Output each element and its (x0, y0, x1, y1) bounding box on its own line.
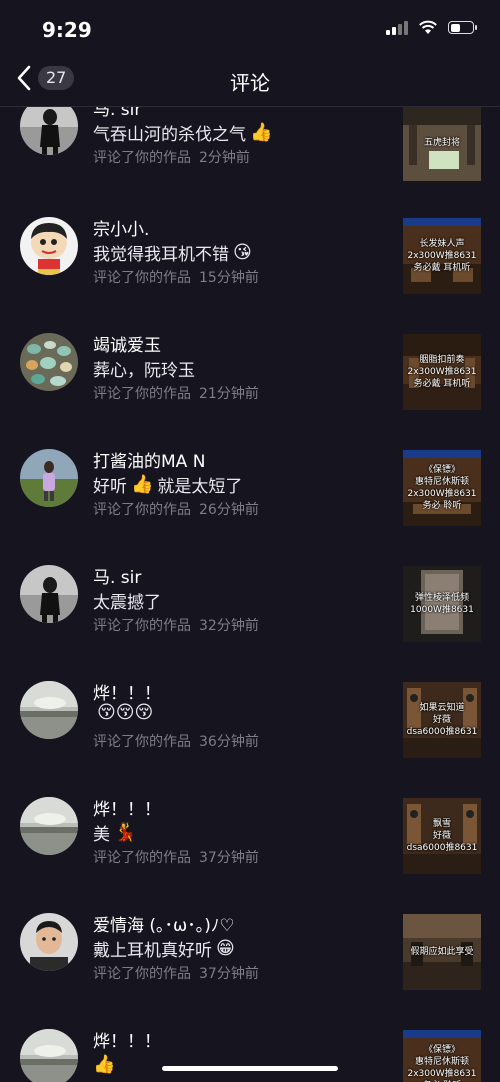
comment-username[interactable]: 烨！！！ (93, 679, 161, 704)
grin-face-icon: 😁 (216, 937, 235, 959)
cellular-signal-icon (386, 20, 408, 35)
comment-item[interactable]: 爱情海 (｡･ω･｡)ﾉ♡ 戴上耳机真好听 😁 评论了你的作品 37分钟前 假期应… (0, 908, 500, 1018)
comment-text: 葬心，阮玲玉 (93, 361, 195, 381)
comment-username[interactable]: 马. sir (93, 563, 141, 588)
comment-item[interactable]: 烨！！！ 美 💃 评论了你的作品 37分钟前 飘雪 好薇 dsa6000推8631 (0, 792, 500, 902)
comment-meta: 评论了你的作品 15分钟前 (93, 270, 259, 286)
thumbnail-caption: 假期应如此享受 (410, 947, 474, 957)
comment-item[interactable]: 烨！！！ 😚😚😚 评论了你的作品 36分钟前 如果云知道 好薇 dsa6000推8… (0, 676, 500, 786)
comment-username[interactable]: 宗小小. (93, 215, 149, 240)
thumbnail-caption: 《保镖》 惠特尼休斯顿 2x300W推8631 务必 聆听 (407, 465, 477, 511)
avatar[interactable] (20, 1029, 78, 1082)
avatar[interactable] (20, 333, 78, 391)
comment-meta: 评论了你的作品 37分钟前 (93, 966, 259, 982)
comment-item[interactable]: 马. sir 气吞山河的杀伐之气 👍 评论了你的作品 2分钟前 五虎封将 (0, 97, 500, 207)
avatar[interactable] (20, 797, 78, 855)
comment-item[interactable]: 马. sir 太震撼了 评论了你的作品 32分钟前 弹性棱泽低频 1000W推86… (0, 560, 500, 670)
video-thumbnail[interactable]: 飘雪 好薇 dsa6000推8631 (403, 798, 481, 874)
comment-item[interactable]: 打酱油的MA N 好听 👍 就是太短了 评论了你的作品 26分钟前 《保镖》 惠特… (0, 444, 500, 554)
comment-item[interactable]: 竭诚爱玉 葬心，阮玲玉 评论了你的作品 21分钟前 胭脂扣前奏 2x300W推86… (0, 328, 500, 438)
avatar[interactable] (20, 217, 78, 275)
status-bar: 9:29 (0, 0, 500, 56)
thumbnail-caption: 胭脂扣前奏 2x300W推8631 务必戴 耳机听 (407, 355, 477, 389)
avatar[interactable] (20, 565, 78, 623)
comment-meta: 评论了你的作品 32分钟前 (93, 618, 259, 634)
video-thumbnail[interactable]: 《保镖》 惠特尼休斯顿 2x300W推8631 务必 聆听 (403, 450, 481, 526)
status-time: 9:29 (42, 18, 92, 42)
video-thumbnail[interactable]: 假期应如此享受 (403, 914, 481, 990)
comment-meta: 评论了你的作品 26分钟前 (93, 502, 259, 518)
comment-text: 美 💃 (93, 821, 137, 845)
thumbnail-caption: 五虎封将 (423, 138, 460, 148)
thumbnail-caption: 长发妹人声 2x300W推8631 务必戴 耳机听 (407, 239, 477, 273)
thumbs-up-icon: 👍 (93, 1054, 116, 1075)
video-thumbnail[interactable]: 五虎封将 (403, 105, 481, 181)
comment-text: 我觉得我耳机不错 😘 (93, 241, 252, 265)
video-thumbnail[interactable]: 胭脂扣前奏 2x300W推8631 务必戴 耳机听 (403, 334, 481, 410)
comment-text: 好听 👍 就是太短了 (93, 473, 243, 497)
wifi-icon (419, 20, 437, 34)
comment-username[interactable]: 爱情海 (｡･ω･｡)ﾉ♡ (93, 911, 235, 936)
comment-text: 😚😚😚 (93, 704, 153, 722)
nav-bar: 27 评论 (0, 56, 500, 107)
comment-meta: 评论了你的作品 37分钟前 (93, 850, 259, 866)
comments-screen: 9:29 27 评论 马. sir 气吞山河的杀伐之气 👍 评论了你的作品 2分… (0, 0, 500, 1082)
video-thumbnail[interactable]: 《保镖》 惠特尼休斯顿 2x300W推8631 务必 聆听 (403, 1030, 481, 1082)
video-thumbnail[interactable]: 长发妹人声 2x300W推8631 务必戴 耳机听 (403, 218, 481, 294)
status-icons (386, 20, 477, 35)
comment-username[interactable]: 竭诚爱玉 (93, 331, 161, 356)
comment-item[interactable]: 烨！！！ 👍 《保镖》 惠特尼休斯顿 2x300W推8631 务必 聆听 (0, 1024, 500, 1082)
kiss-face-icon: 😘 (233, 241, 252, 263)
comment-text: 👍 (93, 1056, 115, 1074)
comment-username[interactable]: 烨！！！ (93, 795, 161, 820)
dancer-icon: 💃 (114, 821, 137, 843)
comment-username[interactable]: 烨！！！ (93, 1027, 161, 1052)
thumbnail-caption: 飘雪 好薇 dsa6000推8631 (406, 819, 478, 853)
thumbs-up-icon: 👍 (131, 473, 154, 495)
comment-item[interactable]: 宗小小. 我觉得我耳机不错 😘 评论了你的作品 15分钟前 长发妹人声 2x300… (0, 212, 500, 322)
home-indicator[interactable] (162, 1066, 338, 1071)
video-thumbnail[interactable]: 弹性棱泽低频 1000W推8631 (403, 566, 481, 642)
thumbnail-caption: 《保镖》 惠特尼休斯顿 2x300W推8631 务必 聆听 (407, 1045, 477, 1082)
thumbs-up-icon: 👍 (250, 121, 273, 143)
comment-username[interactable]: 打酱油的MA N (93, 447, 205, 472)
avatar[interactable] (20, 913, 78, 971)
page-title: 评论 (230, 71, 270, 95)
thumbnail-caption: 如果云知道 好薇 dsa6000推8631 (406, 703, 478, 737)
comment-text: 气吞山河的杀伐之气 👍 (93, 121, 273, 145)
kiss-face-icon: 😚😚😚 (97, 702, 154, 723)
video-thumbnail[interactable]: 如果云知道 好薇 dsa6000推8631 (403, 682, 481, 758)
comment-meta: 评论了你的作品 21分钟前 (93, 386, 259, 402)
thumbnail-caption: 弹性棱泽低频 1000W推8631 (410, 593, 474, 615)
comment-text: 戴上耳机真好听 😁 (93, 937, 235, 961)
comment-text: 太震撼了 (93, 593, 161, 613)
comment-meta: 评论了你的作品 2分钟前 (93, 150, 250, 166)
avatar[interactable] (20, 449, 78, 507)
battery-icon (448, 21, 477, 34)
comment-meta: 评论了你的作品 36分钟前 (93, 734, 259, 750)
avatar[interactable] (20, 681, 78, 739)
